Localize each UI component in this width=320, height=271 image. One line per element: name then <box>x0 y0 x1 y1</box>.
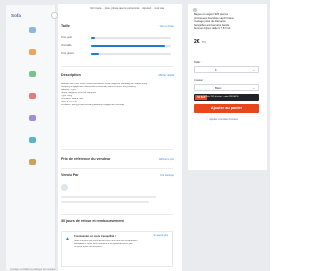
color-value: Blanc <box>215 86 222 90</box>
fit-bar-fill <box>91 53 99 55</box>
returns-card: ▲ Commandez en toute tranquillité ! En s… <box>61 231 173 267</box>
returns-title: 30 jours de retour et remboursement <box>61 219 124 223</box>
messages-icon <box>28 93 36 99</box>
color-label: Couleur : <box>194 79 205 82</box>
fit-row-true: Vrai taille <box>61 44 176 49</box>
fit-label: Vrai taille <box>61 44 72 47</box>
description-text: Bracelet pour 925 Silver Yellow Gemstone… <box>61 83 153 107</box>
product-price: 2€ TTC <box>194 39 206 45</box>
sidebar-collapse-button[interactable] <box>51 12 58 19</box>
sidebar-item-stats[interactable] <box>19 137 45 144</box>
fit-bar-fill <box>91 45 165 47</box>
sidebar: Sofa Cookies conditions politique du coo… <box>6 5 58 271</box>
section-divider <box>61 214 173 215</box>
seller-avatar <box>61 184 68 191</box>
description-title: Description <box>61 73 81 77</box>
sidebar-item-orders[interactable] <box>19 71 45 78</box>
section-divider <box>61 149 173 150</box>
fit-label: Trop grand <box>61 52 74 55</box>
fit-bar-fill <box>91 37 95 39</box>
chevron-down-icon: ⌄ <box>252 85 255 90</box>
add-to-cart-button[interactable]: Ajouter au panier <box>194 104 259 113</box>
app-logo[interactable]: Sofa <box>11 13 21 18</box>
home-icon <box>28 27 36 33</box>
product-title: Bague en argent 925 pierres précieuses b… <box>194 13 264 31</box>
seller-price-title: Prix de référence du vendeur <box>61 157 111 161</box>
size-label: Taille : <box>194 61 202 64</box>
price-taxes: TTC <box>201 41 207 44</box>
fit-label: Trop petit <box>61 36 72 39</box>
product-thumbnail <box>193 8 197 12</box>
section-divider <box>61 66 173 67</box>
seller-price-link[interactable]: Afficher le prix <box>159 158 174 161</box>
fit-bar-track <box>91 53 171 55</box>
settings-icon <box>28 159 36 165</box>
product-details-panel: Voir toute… plus, prisse que le personne… <box>58 4 182 271</box>
fit-row-small: Trop petit <box>61 36 176 41</box>
favorites-icon <box>28 115 36 121</box>
sidebar-item-favorites[interactable] <box>19 115 45 122</box>
section-divider <box>61 168 173 169</box>
product-title-line: femmes bijoux taille 6 7 8 9 10 <box>194 27 231 30</box>
size-fit-title: Taille <box>61 24 70 28</box>
size-fit-link[interactable]: Voir ce fichier <box>160 25 174 28</box>
review-snippet: Voir toute… plus, prisse que le personne… <box>90 7 165 10</box>
shield-icon: ▲ <box>65 236 70 242</box>
sidebar-item-messages[interactable] <box>19 93 45 100</box>
price-value: 2€ <box>194 39 200 45</box>
fit-bar-track <box>91 45 171 47</box>
orders-icon <box>28 71 36 77</box>
wishlist-label: Ajouter à la liste d'envies <box>209 118 238 121</box>
returns-card-text: Nous croyons que votre achat chez nous d… <box>74 240 166 249</box>
promo-banner[interactable]: -5€ SUP Dès 25€ d'achat · code PROMO5 <box>194 94 259 101</box>
add-to-wishlist-button[interactable]: ♡Ajouter à la liste d'envies <box>206 118 238 121</box>
placeholder-line <box>61 196 156 198</box>
fit-bar-track <box>91 37 171 39</box>
heart-icon: ♡ <box>206 118 209 121</box>
color-select[interactable]: Blanc ⌄ <box>194 84 259 91</box>
sold-by-title: Vendu Par <box>61 173 79 177</box>
sidebar-item-shop[interactable] <box>19 49 45 56</box>
description-line: Occasion: party,gift,anniversary,wedding… <box>61 104 125 107</box>
returns-card-title: Commandez en toute tranquillité ! <box>74 235 116 238</box>
chevron-down-icon: ⌄ <box>252 67 255 72</box>
seller-shop-link[interactable]: Voir boutique <box>160 174 174 177</box>
size-value: 6 <box>215 68 217 72</box>
sidebar-item-home[interactable] <box>19 27 45 34</box>
shop-icon <box>28 49 36 55</box>
fit-row-large: Trop grand <box>61 52 176 57</box>
placeholder-line <box>61 201 149 203</box>
stats-icon <box>28 137 36 143</box>
sidebar-item-settings[interactable] <box>19 159 45 166</box>
purchase-panel: Bague en argent 925 pierres précieuses b… <box>188 4 267 170</box>
returns-line: 30 jours après sa réception. <box>74 246 103 249</box>
size-select[interactable]: 6 ⌄ <box>194 66 259 73</box>
seller-card[interactable] <box>61 178 173 212</box>
description-link[interactable]: Afficher détails <box>158 74 174 77</box>
promo-text: Dès 25€ d'achat · code PROMO5 <box>206 96 239 98</box>
returns-learn-more-link[interactable]: En savoir plus <box>154 235 168 237</box>
